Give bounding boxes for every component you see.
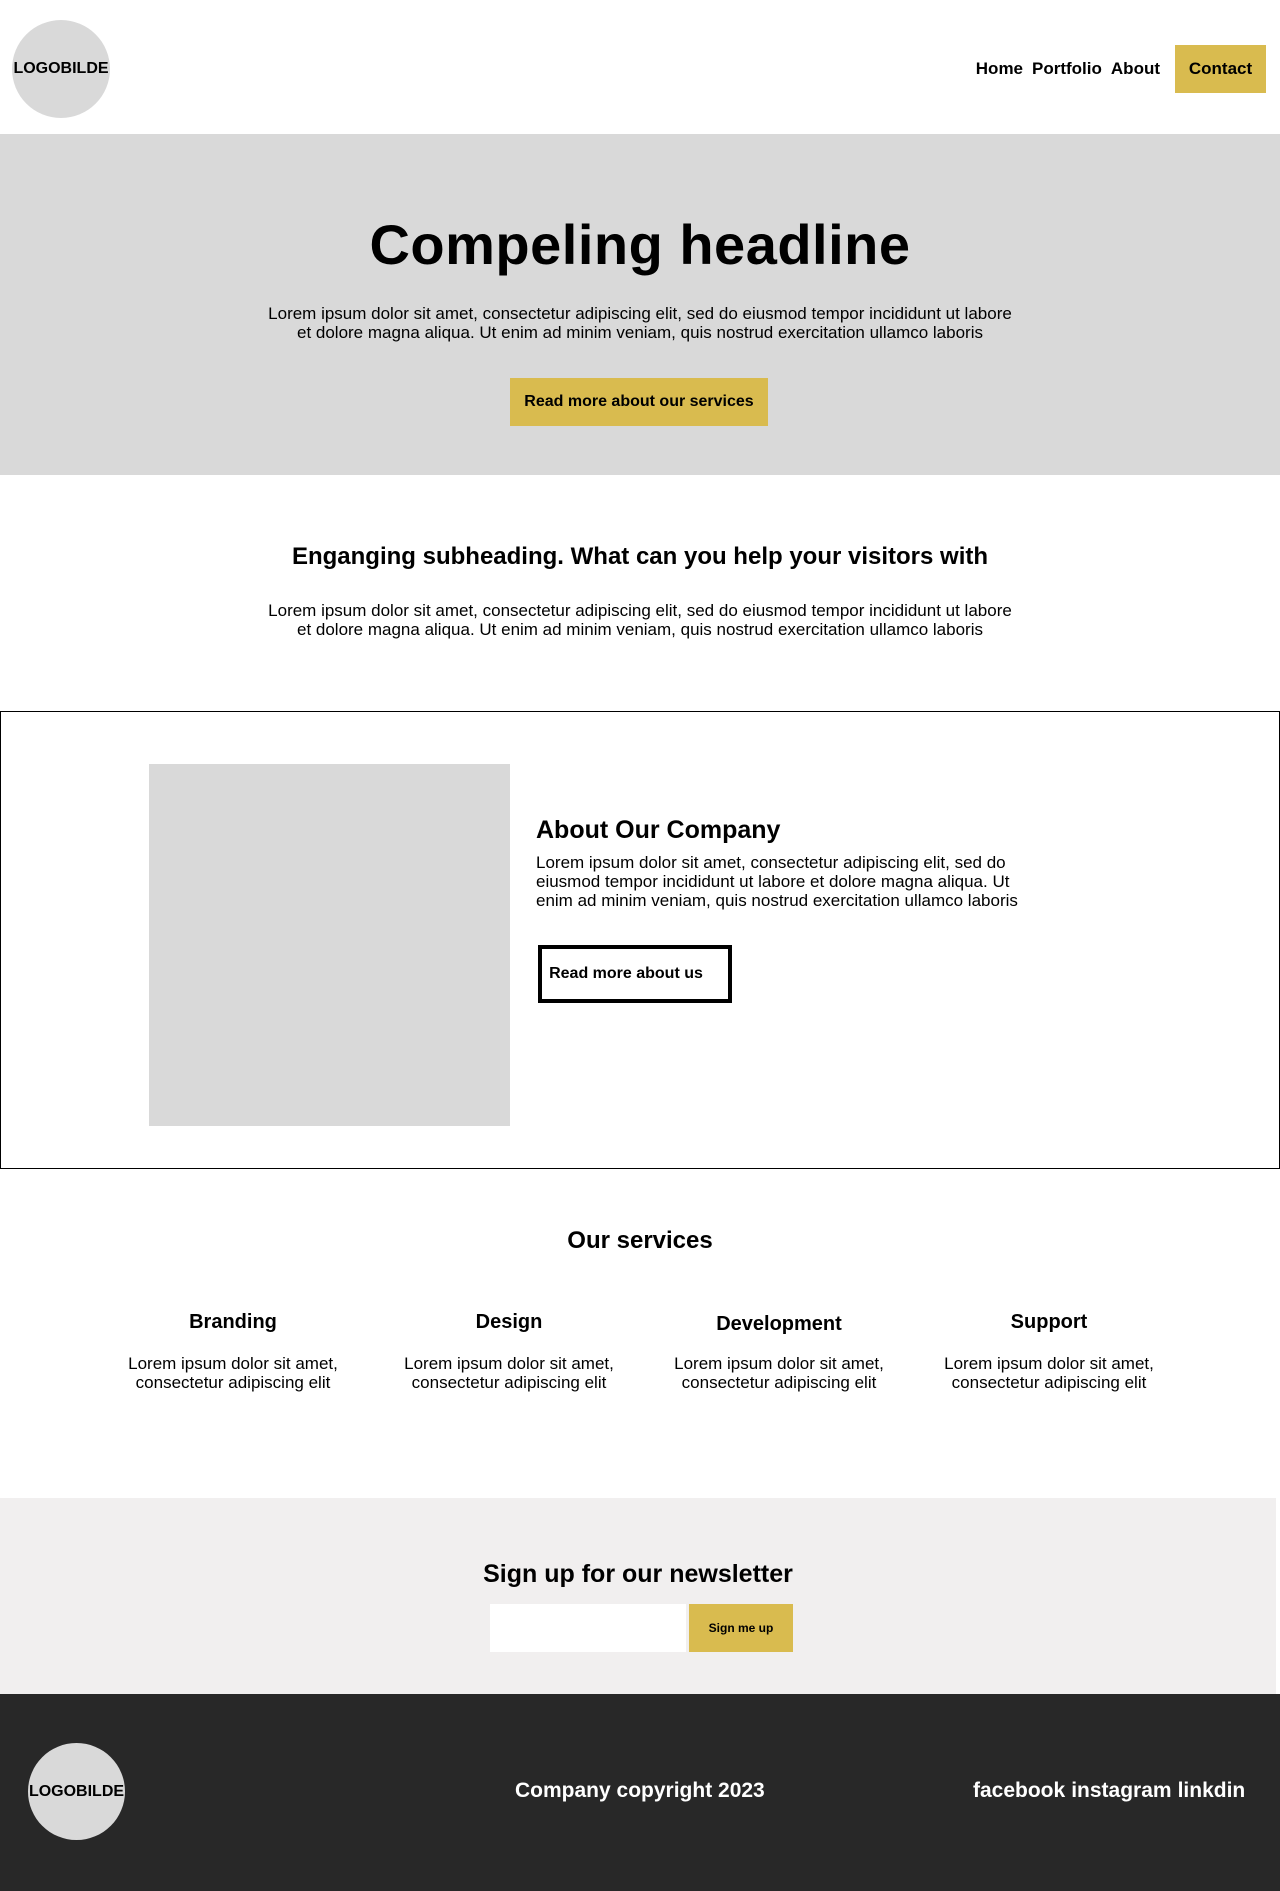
hero-body: Lorem ipsum dolor sit amet, consectetur …: [268, 304, 1012, 342]
instagram-link[interactable]: instagram: [1071, 1779, 1171, 1803]
nav-home[interactable]: Home: [976, 59, 1023, 79]
service-body: Lorem ipsum dolor sit amet, consectetur …: [128, 1354, 338, 1392]
hero-section: Compeling headline Lorem ipsum dolor sit…: [0, 134, 1280, 475]
hero-headline: Compeling headline: [369, 213, 911, 276]
footer-logo[interactable]: LOGOBILDE: [28, 1743, 125, 1840]
nav-portfolio[interactable]: Portfolio: [1032, 59, 1102, 79]
about-body: Lorem ipsum dolor sit amet, consectetur …: [536, 853, 1018, 910]
facebook-link[interactable]: facebook: [973, 1779, 1065, 1803]
service-title: Development: [716, 1313, 842, 1335]
service-title: Design: [475, 1311, 543, 1333]
service-branding: Branding Lorem ipsum dolor sit amet, con…: [118, 1311, 348, 1392]
newsletter-section: Sign up for our newsletter Sign me up: [0, 1498, 1276, 1694]
service-development: Development Lorem ipsum dolor sit amet, …: [664, 1313, 894, 1392]
about-title: About Our Company: [536, 816, 781, 844]
service-title: Support: [1010, 1311, 1088, 1333]
service-support: Support Lorem ipsum dolor sit amet, cons…: [934, 1311, 1164, 1392]
service-title: Branding: [189, 1311, 277, 1333]
services-section: Our services Branding Lorem ipsum dolor …: [0, 1169, 1280, 1498]
subheading-body: Lorem ipsum dolor sit amet, consectetur …: [268, 601, 1012, 639]
subheading-section: Enganging subheading. What can you help …: [0, 475, 1280, 711]
header-logo-text: LOGOBILDE: [13, 60, 109, 77]
read-more-services-button[interactable]: Read more about our services: [510, 378, 768, 426]
sign-me-up-button[interactable]: Sign me up: [689, 1604, 793, 1652]
linkedin-link[interactable]: linkdin: [1178, 1779, 1246, 1803]
footer-copyright: Company copyright 2023: [515, 1779, 765, 1802]
services-title: Our services: [567, 1227, 713, 1254]
nav-contact-button[interactable]: Contact: [1175, 45, 1266, 93]
subheading-title: Enganging subheading. What can you help …: [291, 543, 989, 570]
about-section: About Our Company Lorem ipsum dolor sit …: [0, 711, 1280, 1169]
site-footer: LOGOBILDE Company copyright 2023 faceboo…: [0, 1694, 1280, 1891]
service-body: Lorem ipsum dolor sit amet, consectetur …: [674, 1354, 884, 1392]
site-header: LOGOBILDE Home Portfolio About Contact: [0, 0, 1280, 134]
footer-social-links: facebook instagram linkdin: [973, 1779, 1245, 1803]
service-body: Lorem ipsum dolor sit amet, consectetur …: [944, 1354, 1154, 1392]
newsletter-email-input[interactable]: [490, 1604, 686, 1652]
main-nav: Home Portfolio About Contact: [976, 45, 1266, 93]
footer-logo-text: LOGOBILDE: [28, 1782, 125, 1800]
read-more-about-button[interactable]: Read more about us: [538, 945, 732, 1003]
about-image-placeholder: [149, 764, 510, 1126]
service-body: Lorem ipsum dolor sit amet, consectetur …: [404, 1354, 614, 1392]
header-logo[interactable]: LOGOBILDE: [12, 20, 110, 118]
newsletter-title: Sign up for our newsletter: [483, 1560, 793, 1588]
nav-about[interactable]: About: [1111, 59, 1160, 79]
service-design: Design Lorem ipsum dolor sit amet, conse…: [394, 1311, 624, 1392]
